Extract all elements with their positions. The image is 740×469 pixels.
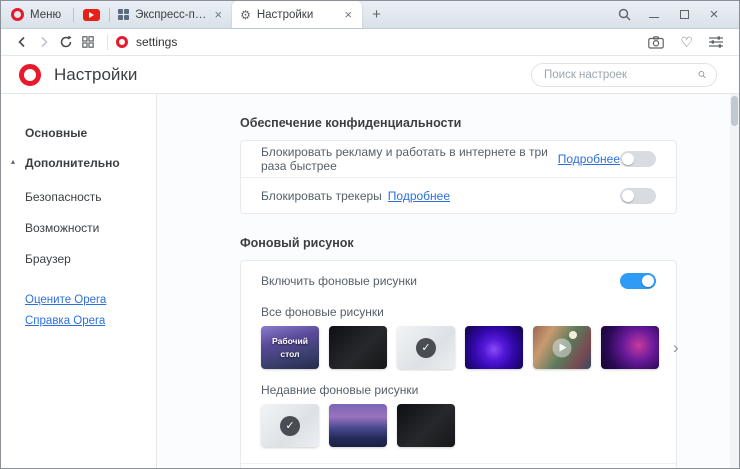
close-window-button[interactable]: × <box>699 7 729 22</box>
tracker-learn-more-link[interactable]: Подробнее <box>388 189 450 203</box>
wallpaper-card: Включить фоновые рисунки Все фоновые рис… <box>240 260 677 468</box>
settings-content: Обеспечение конфиденциальности Блокирова… <box>157 94 739 468</box>
minimize-button[interactable] <box>639 12 669 18</box>
wallpaper-section-heading: Фоновый рисунок <box>240 236 739 250</box>
recent-wallpapers-row: ✓ <box>241 397 676 451</box>
address-text: settings <box>136 35 177 49</box>
sidebar-item-features[interactable]: Возможности <box>1 221 156 235</box>
maximize-icon <box>680 10 689 19</box>
moon-detail <box>569 331 577 339</box>
bookmark-heart-icon[interactable]: ♡ <box>680 35 693 49</box>
tab-tiling-icon[interactable] <box>77 31 99 53</box>
recent-thumb-light-selected[interactable]: ✓ <box>261 404 319 447</box>
selected-check-icon: ✓ <box>416 338 436 358</box>
navigation-toolbar: settings ♡ <box>1 29 739 56</box>
wallpaper-thumb-dark[interactable] <box>329 326 387 369</box>
window-controls: × <box>609 1 739 28</box>
tab-settings[interactable]: ⚙ Настройки × <box>232 1 362 28</box>
tracker-label: Блокировать трекеры <box>261 189 382 203</box>
wallpaper-thumb-text: Рабочий стол <box>269 326 311 369</box>
opera-help-link[interactable]: Справка Opera <box>1 315 156 327</box>
rate-opera-link[interactable]: Оцените Opera <box>1 294 156 306</box>
new-tab-button[interactable]: + <box>362 1 391 28</box>
snapshot-camera-icon[interactable] <box>648 36 664 49</box>
search-icon <box>698 68 706 81</box>
browser-window: Меню Экспресс-панель × ⚙ Настройки × + × <box>0 0 740 469</box>
privacy-card: Блокировать рекламу и работать в интерне… <box>240 140 677 214</box>
forward-button[interactable] <box>33 31 55 53</box>
easy-setup-tune-icon[interactable] <box>709 36 723 48</box>
tracker-toggle[interactable] <box>620 188 656 204</box>
reload-button[interactable] <box>55 31 77 53</box>
toolbar-separator <box>107 34 108 50</box>
adblock-toggle[interactable] <box>620 151 656 167</box>
wallpaper-thumb-vortex[interactable] <box>465 326 523 369</box>
menu-button-label: Меню <box>30 9 61 21</box>
gear-icon: ⚙ <box>240 9 251 21</box>
adblock-learn-more-link[interactable]: Подробнее <box>558 152 620 166</box>
back-button[interactable] <box>11 31 33 53</box>
recent-thumb-dark[interactable] <box>397 404 455 447</box>
selected-check-icon: ✓ <box>280 416 300 436</box>
pinned-tab-youtube[interactable] <box>74 1 109 28</box>
toolbar-right-icons: ♡ <box>648 35 729 49</box>
settings-search-field[interactable] <box>531 63 717 87</box>
sidebar-item-browser[interactable]: Браузер <box>1 252 156 266</box>
opera-logo-icon <box>11 8 24 21</box>
content-scrollbar[interactable] <box>730 94 739 468</box>
opera-menu-button[interactable]: Меню <box>1 1 73 28</box>
sidebar-item-basic[interactable]: Основные <box>1 126 156 140</box>
close-tab-icon[interactable]: × <box>213 7 225 22</box>
site-badge-icon <box>116 36 128 48</box>
enable-wallpapers-label: Включить фоновые рисунки <box>261 274 417 288</box>
settings-page-header: Настройки <box>1 56 739 94</box>
sidebar-item-advanced[interactable]: ▴ Дополнительно <box>1 156 156 170</box>
wallpaper-thumb-light-selected[interactable]: ✓ <box>397 326 455 369</box>
search-input[interactable] <box>544 69 698 81</box>
play-icon <box>553 338 572 357</box>
sidebar-item-security[interactable]: Безопасность <box>1 190 156 204</box>
wallpaper-thumb-desktop[interactable]: Рабочий стол <box>261 326 319 369</box>
close-tab-icon[interactable]: × <box>343 7 355 22</box>
wallpaper-thumb-video[interactable] <box>533 326 591 369</box>
settings-sidebar: Основные ▴ Дополнительно Безопасность Во… <box>1 94 157 468</box>
opera-logo-icon <box>19 64 41 86</box>
speed-dial-icon <box>118 9 129 20</box>
wallpaper-thumb-neon[interactable] <box>601 326 659 369</box>
tab-label: Настройки <box>257 9 337 21</box>
scroll-right-chevron-icon[interactable]: › <box>673 338 679 358</box>
tab-bar: Меню Экспресс-панель × ⚙ Настройки × + × <box>1 1 739 29</box>
minimize-icon <box>649 17 659 18</box>
youtube-icon <box>83 9 100 21</box>
wallpaper-footer: Добавить свой фоновый рисунок Подобрать … <box>241 463 676 468</box>
privacy-section-heading: Обеспечение конфиденциальности <box>240 116 739 130</box>
all-wallpapers-row: Рабочий стол ✓ › <box>241 319 676 373</box>
adblock-label: Блокировать рекламу и работать в интерне… <box>261 145 552 173</box>
recent-wallpapers-label: Недавние фоновые рисунки <box>241 383 676 397</box>
scrollbar-thumb[interactable] <box>731 96 738 126</box>
tab-speed-dial[interactable]: Экспресс-панель × <box>110 1 232 28</box>
page-title: Настройки <box>54 65 137 85</box>
tab-search-icon[interactable] <box>609 8 639 21</box>
all-wallpapers-label: Все фоновые рисунки <box>241 305 676 319</box>
adblock-setting-row: Блокировать рекламу и работать в интерне… <box>241 141 676 177</box>
close-icon: × <box>710 7 719 22</box>
enable-wallpapers-row: Включить фоновые рисунки <box>241 261 676 301</box>
enable-wallpapers-toggle[interactable] <box>620 273 656 289</box>
tab-label: Экспресс-панель <box>135 9 206 21</box>
address-bar[interactable]: settings <box>116 35 648 49</box>
tracker-setting-row: Блокировать трекеры Подробнее <box>241 177 676 213</box>
maximize-button[interactable] <box>669 10 699 19</box>
collapse-triangle-icon: ▴ <box>11 157 15 166</box>
recent-thumb-mountain-lake[interactable] <box>329 404 387 447</box>
